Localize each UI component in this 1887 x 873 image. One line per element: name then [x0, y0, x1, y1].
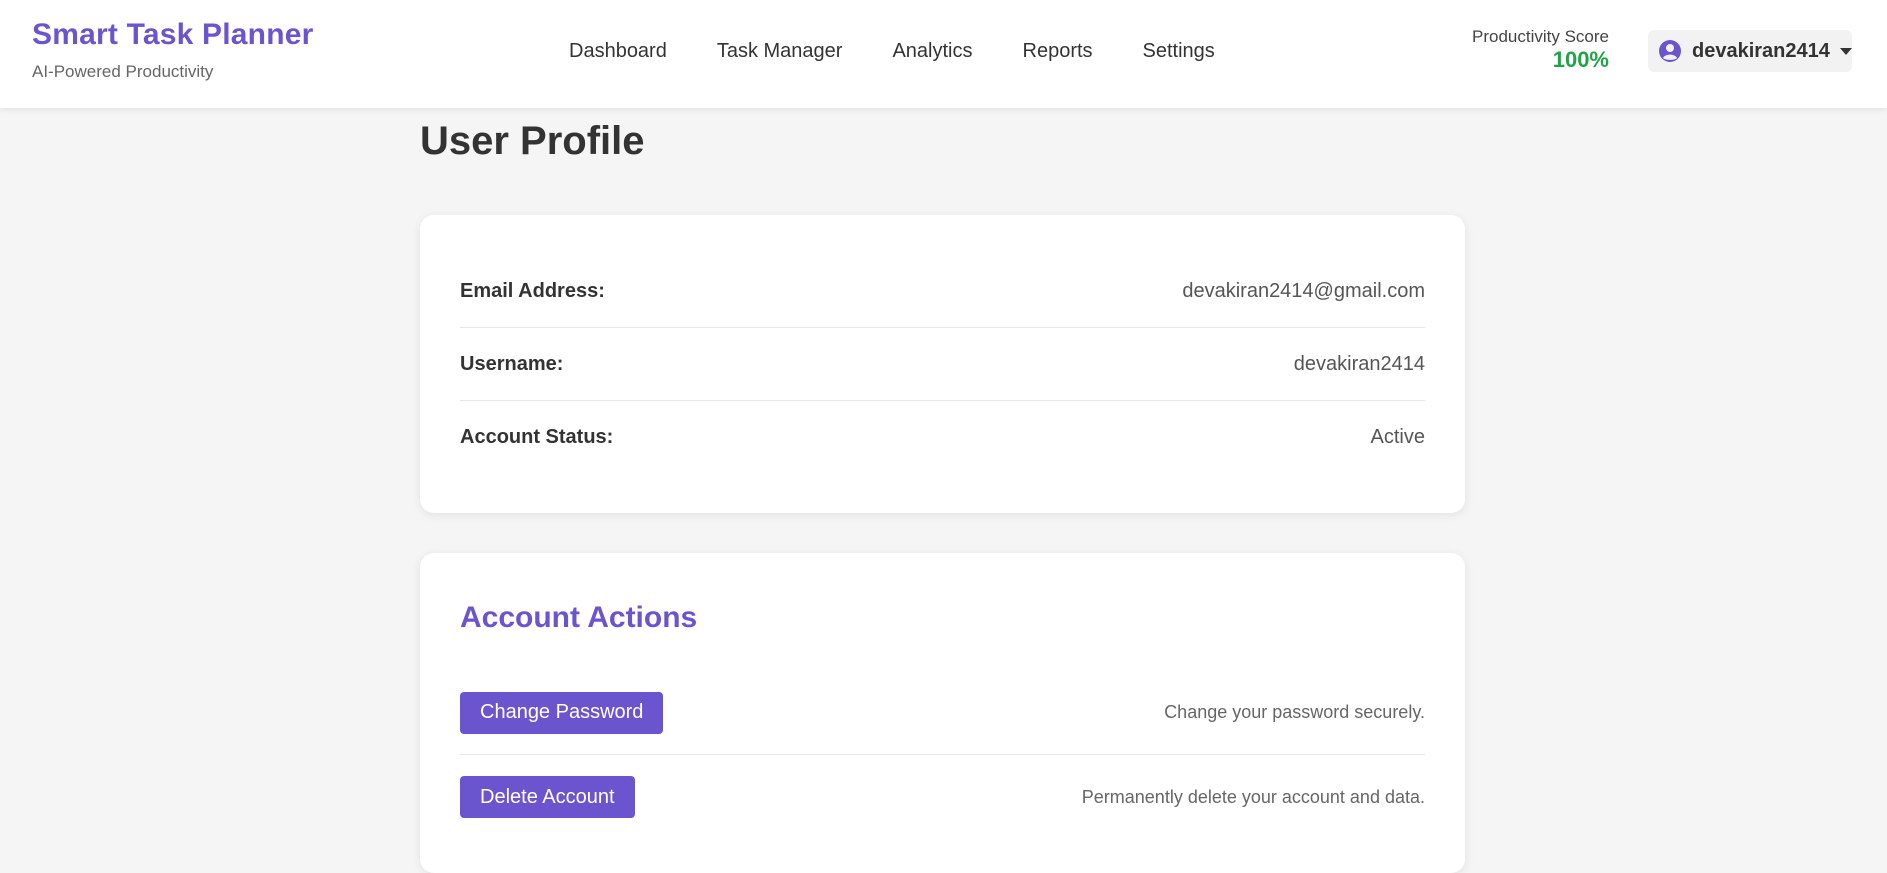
nav-task-manager[interactable]: Task Manager: [717, 38, 843, 64]
change-password-row: Change Password Change your password sec…: [460, 671, 1425, 755]
account-actions-card: Account Actions Change Password Change y…: [420, 553, 1465, 873]
status-value: Active: [1370, 426, 1425, 448]
change-password-button[interactable]: Change Password: [460, 691, 664, 734]
username-value: devakiran2414: [1293, 352, 1425, 375]
email-label: Email Address:: [460, 279, 605, 302]
user-circle-icon: [1658, 39, 1682, 63]
delete-account-button[interactable]: Delete Account: [460, 776, 635, 818]
profile-card: Email Address: devakiran2414@gmail.com U…: [420, 215, 1465, 513]
user-menu-button[interactable]: devakiran2414: [1648, 30, 1852, 72]
status-row: Account Status: Active: [460, 401, 1425, 474]
top-navbar: Smart Task Planner AI-Powered Productivi…: [0, 0, 1887, 108]
brand-title[interactable]: Smart Task Planner: [32, 18, 314, 52]
brand-subtitle: AI-Powered Productivity: [32, 62, 214, 81]
productivity-score-label: Productivity Score: [1472, 27, 1609, 46]
user-menu-username: devakiran2414: [1692, 39, 1830, 62]
username-label: Username:: [460, 352, 564, 375]
nav-reports[interactable]: Reports: [1023, 38, 1093, 64]
nav-dashboard[interactable]: Dashboard: [569, 38, 667, 64]
username-row: Username: devakiran2414: [460, 328, 1425, 401]
page-title: User Profile: [420, 119, 645, 163]
productivity-score-value: 100%: [1552, 47, 1609, 72]
main-nav: Dashboard Task Manager Analytics Reports…: [569, 38, 1265, 64]
nav-analytics[interactable]: Analytics: [892, 38, 972, 64]
productivity-score: Productivity Score 100%: [1472, 26, 1609, 72]
change-password-description: Change your password securely.: [1164, 702, 1425, 722]
delete-account-row: Delete Account Permanently delete your a…: [460, 755, 1425, 839]
account-actions-title: Account Actions: [460, 601, 698, 634]
email-row: Email Address: devakiran2414@gmail.com: [460, 255, 1425, 328]
caret-down-icon: [1839, 47, 1852, 55]
email-value: devakiran2414@gmail.com: [1182, 279, 1425, 302]
brand[interactable]: Smart Task Planner AI-Powered Productivi…: [32, 18, 314, 82]
status-label: Account Status:: [460, 426, 614, 448]
delete-account-description: Permanently delete your account and data…: [1081, 786, 1425, 807]
nav-settings[interactable]: Settings: [1143, 38, 1215, 64]
